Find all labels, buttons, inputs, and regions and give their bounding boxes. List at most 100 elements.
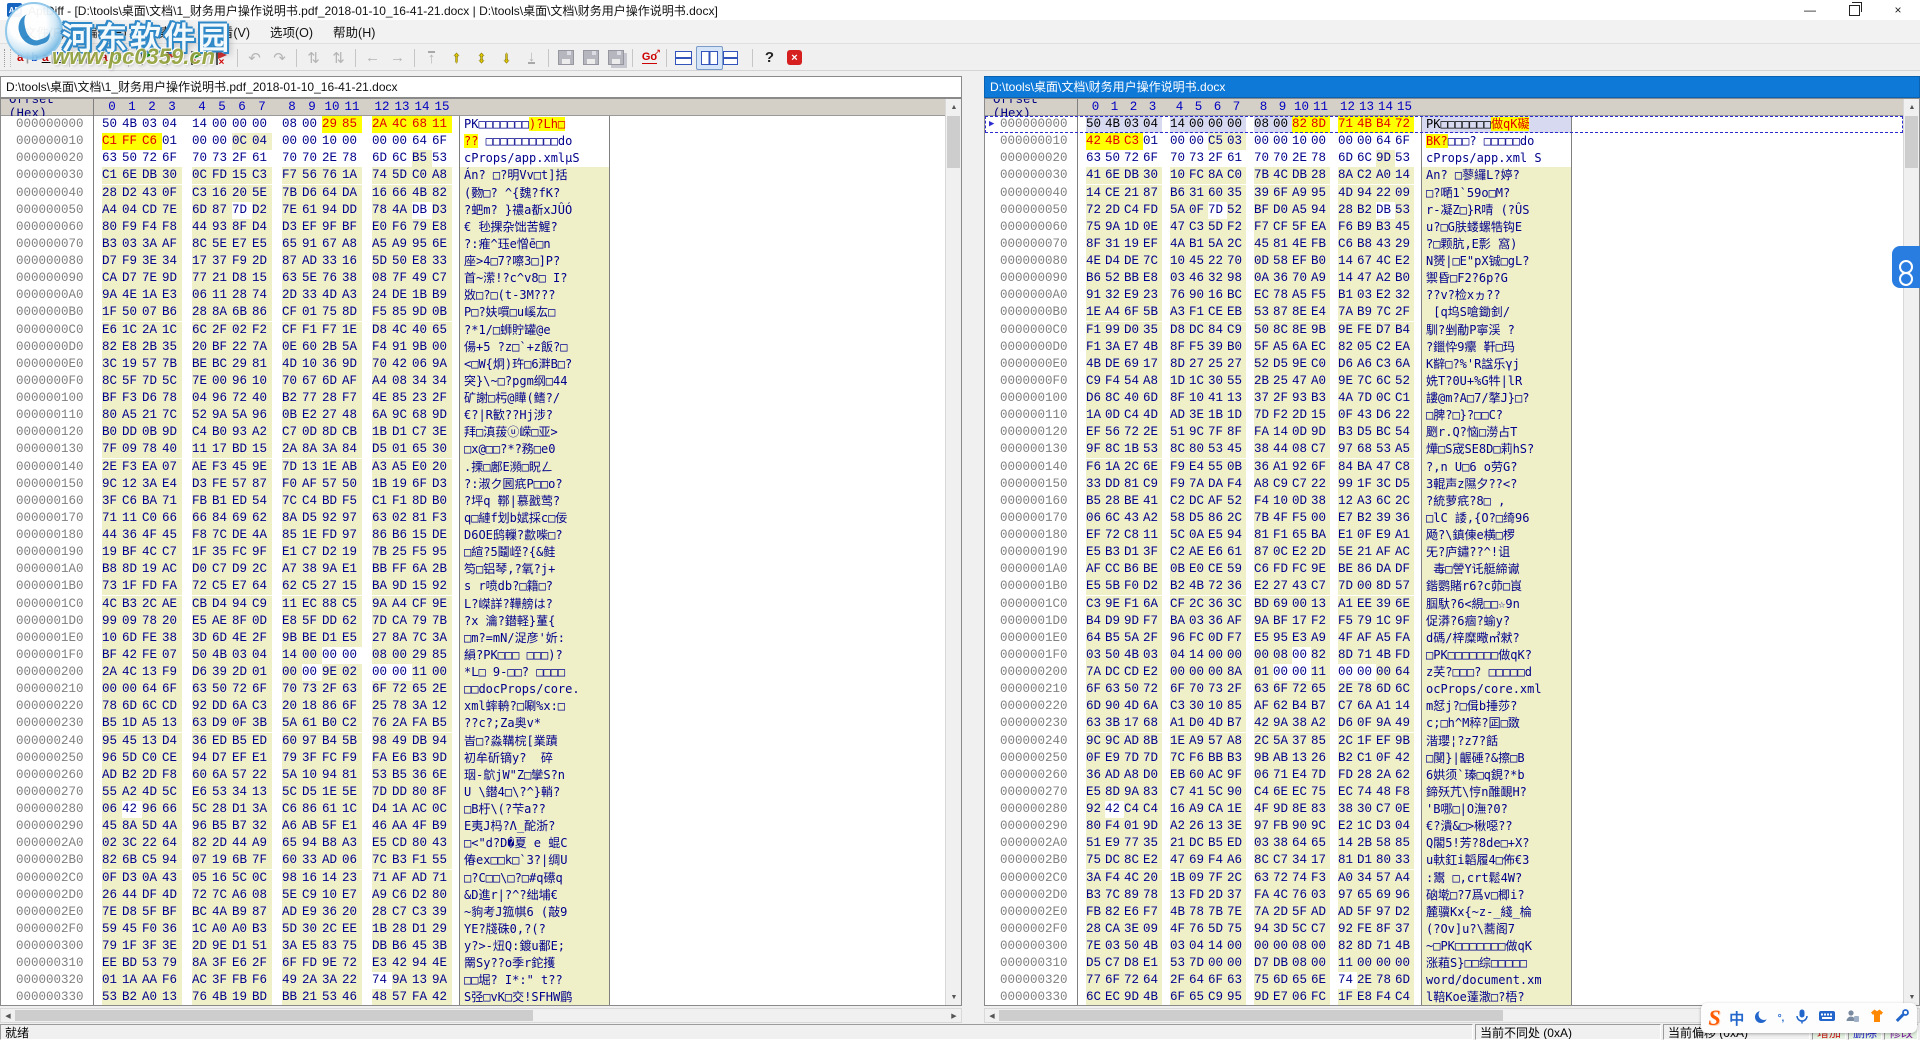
hex-byte[interactable]: D4 bbox=[162, 733, 182, 750]
hex-byte[interactable]: 25 bbox=[1273, 373, 1292, 390]
hex-byte[interactable]: 23 bbox=[412, 390, 432, 407]
hex-byte[interactable]: D2 bbox=[322, 544, 342, 561]
hex-byte[interactable]: 79 bbox=[412, 219, 432, 236]
hex-byte[interactable]: 78 bbox=[102, 698, 122, 715]
hex-byte[interactable]: 8D bbox=[1170, 356, 1189, 373]
hex-byte[interactable]: 04 bbox=[162, 116, 182, 133]
hex-bytes-cell[interactable]: BFF3D67804967240B27728F74E85232F bbox=[94, 390, 460, 407]
hex-byte[interactable]: A1 bbox=[1376, 698, 1395, 715]
ansi-text-cell[interactable]: 偆ех□□k□`3?|绸U bbox=[460, 852, 610, 869]
hex-byte[interactable]: 7E bbox=[1227, 904, 1246, 921]
exit-icon[interactable]: × bbox=[782, 47, 807, 69]
ansi-text-cell[interactable]: ~豿考J箛帺6 (敲9 bbox=[460, 904, 610, 921]
hex-byte[interactable]: F2 bbox=[252, 322, 272, 339]
hex-byte[interactable]: 6F bbox=[162, 150, 182, 167]
hex-row[interactable]: 0000001A0AFCCB6BE0BE0CE59C6FDFC9EBE86DAD… bbox=[985, 561, 1903, 578]
hex-byte[interactable]: EC bbox=[302, 596, 322, 613]
hex-byte[interactable]: A8 bbox=[1143, 373, 1162, 390]
hex-byte[interactable]: C7 bbox=[412, 424, 432, 441]
hex-row[interactable]: 0000002106F6350726F70732F636F72652E786D6… bbox=[985, 681, 1903, 698]
hex-byte[interactable]: AF bbox=[1086, 561, 1105, 578]
hex-byte[interactable]: C9 bbox=[1208, 989, 1227, 1005]
hex-byte[interactable]: 62 bbox=[252, 510, 272, 527]
hex-byte[interactable]: 45 bbox=[1395, 219, 1414, 236]
scroll-left-icon[interactable]: ◀ bbox=[1, 1009, 15, 1022]
hex-byte[interactable]: 21 bbox=[1170, 835, 1189, 852]
ansi-text-cell[interactable]: 涨蒩S}□□综□□□□□ bbox=[1422, 955, 1572, 972]
hex-byte[interactable]: 4C bbox=[122, 664, 142, 681]
hex-byte[interactable]: 96 bbox=[1170, 630, 1189, 647]
hex-byte[interactable]: 76 bbox=[1189, 921, 1208, 938]
hex-byte[interactable]: 4A bbox=[1170, 236, 1189, 253]
hex-byte[interactable]: FF bbox=[392, 561, 412, 578]
hex-byte[interactable]: E3 bbox=[162, 287, 182, 304]
hex-byte[interactable]: 65 bbox=[1292, 527, 1311, 544]
hex-byte[interactable]: FD bbox=[1143, 202, 1162, 219]
hex-byte[interactable]: BD bbox=[122, 955, 142, 972]
hex-byte[interactable]: DE bbox=[1105, 356, 1124, 373]
hex-byte[interactable]: 63 bbox=[1227, 972, 1246, 989]
hex-byte[interactable]: 9E bbox=[1311, 561, 1330, 578]
hex-byte[interactable]: 52 bbox=[1254, 356, 1273, 373]
hex-byte[interactable]: 42 bbox=[1254, 715, 1273, 732]
hex-byte[interactable]: 9C bbox=[102, 476, 122, 493]
hex-byte[interactable]: 03 bbox=[1105, 938, 1124, 955]
hex-byte[interactable]: 80 bbox=[102, 407, 122, 424]
ansi-text-cell[interactable]: :鬻 □,crt鬆4W? bbox=[1422, 870, 1572, 887]
hex-row[interactable]: 0000000804ED4DE7C104522700D58EFB014674CE… bbox=[985, 253, 1903, 270]
hex-byte[interactable]: 00 bbox=[372, 133, 392, 150]
hex-byte[interactable]: 84 bbox=[212, 510, 232, 527]
hex-byte[interactable]: FE bbox=[142, 630, 162, 647]
ansi-text-cell[interactable]: 6娂须`瑧□q鋧?*b bbox=[1422, 767, 1572, 784]
hex-byte[interactable]: F8 bbox=[192, 527, 212, 544]
hex-byte[interactable]: A1 bbox=[1338, 596, 1357, 613]
hex-byte[interactable]: 14 bbox=[1338, 835, 1357, 852]
hex-byte[interactable]: 7E bbox=[102, 904, 122, 921]
ansi-text-cell[interactable]: ?統萝疧?8□ , bbox=[1422, 493, 1572, 510]
hex-byte[interactable]: 4D bbox=[282, 356, 302, 373]
hex-byte[interactable]: C5 bbox=[342, 596, 362, 613]
hex-byte[interactable]: 00 bbox=[432, 339, 452, 356]
hex-byte[interactable]: 9D bbox=[162, 424, 182, 441]
hex-byte[interactable]: F1 bbox=[1189, 304, 1208, 321]
ansi-text-cell[interactable]: ??c?;Za奥v* bbox=[460, 715, 610, 732]
hex-byte[interactable]: A2 bbox=[1170, 818, 1189, 835]
hex-byte[interactable]: 9D bbox=[342, 356, 362, 373]
hex-byte[interactable]: 33 bbox=[1086, 476, 1105, 493]
hex-bytes-cell[interactable]: 504B0304140000000800828D714BB472 bbox=[1078, 116, 1422, 133]
hex-row[interactable]: 000000100BFF3D67804967240B27728F74E85232… bbox=[1, 390, 945, 407]
hex-byte[interactable]: 76 bbox=[372, 715, 392, 732]
ansi-text-cell[interactable]: YE?牋硃0,?(? bbox=[460, 921, 610, 938]
hex-byte[interactable]: 96 bbox=[142, 801, 162, 818]
hex-row[interactable]: 0000000C0E61C2A1C6C2F02F2CFF1F71ED84C406… bbox=[1, 322, 945, 339]
hex-byte[interactable]: 7B bbox=[282, 185, 302, 202]
hex-byte[interactable]: 8C bbox=[1105, 441, 1124, 458]
hex-byte[interactable]: 38 bbox=[1273, 835, 1292, 852]
hex-byte[interactable]: B3 bbox=[122, 596, 142, 613]
hex-byte[interactable]: 52 bbox=[1227, 202, 1246, 219]
hex-byte[interactable]: 8A bbox=[192, 955, 212, 972]
hex-byte[interactable]: B6 bbox=[162, 304, 182, 321]
hex-byte[interactable]: 30 bbox=[162, 167, 182, 184]
ansi-text-cell[interactable]: (?Ov]u?\蕎阁7 bbox=[1422, 921, 1572, 938]
hex-byte[interactable]: E4 bbox=[1189, 459, 1208, 476]
hex-row[interactable]: 0000002F028CA3E094F765D75943D5CC792FE8F3… bbox=[985, 921, 1903, 938]
hex-byte[interactable]: 64 bbox=[252, 578, 272, 595]
hex-byte[interactable]: 2F bbox=[1208, 150, 1227, 167]
hex-byte[interactable]: 08 bbox=[372, 647, 392, 664]
hex-byte[interactable]: D3 bbox=[1376, 818, 1395, 835]
hex-byte[interactable]: 5A bbox=[1124, 630, 1143, 647]
hex-byte[interactable]: C7 bbox=[432, 270, 452, 287]
hex-byte[interactable]: 00 bbox=[1311, 510, 1330, 527]
ansi-text-cell[interactable]: (覅□? ^{魏?fK? bbox=[460, 185, 610, 202]
hex-byte[interactable]: 0D bbox=[1208, 630, 1227, 647]
hex-byte[interactable]: 52 bbox=[192, 407, 212, 424]
hex-byte[interactable]: F1 bbox=[1124, 596, 1143, 613]
hex-byte[interactable]: 40 bbox=[162, 441, 182, 458]
hex-byte[interactable]: 8F bbox=[1086, 236, 1105, 253]
hex-byte[interactable]: 22 bbox=[1376, 185, 1395, 202]
hex-byte[interactable]: 9C bbox=[1189, 424, 1208, 441]
hex-byte[interactable]: 28 bbox=[372, 904, 392, 921]
hex-byte[interactable]: 10 bbox=[1273, 493, 1292, 510]
hex-bytes-cell[interactable]: C9F454A81D1C30552B2547A09E7C6C52 bbox=[1078, 373, 1422, 390]
